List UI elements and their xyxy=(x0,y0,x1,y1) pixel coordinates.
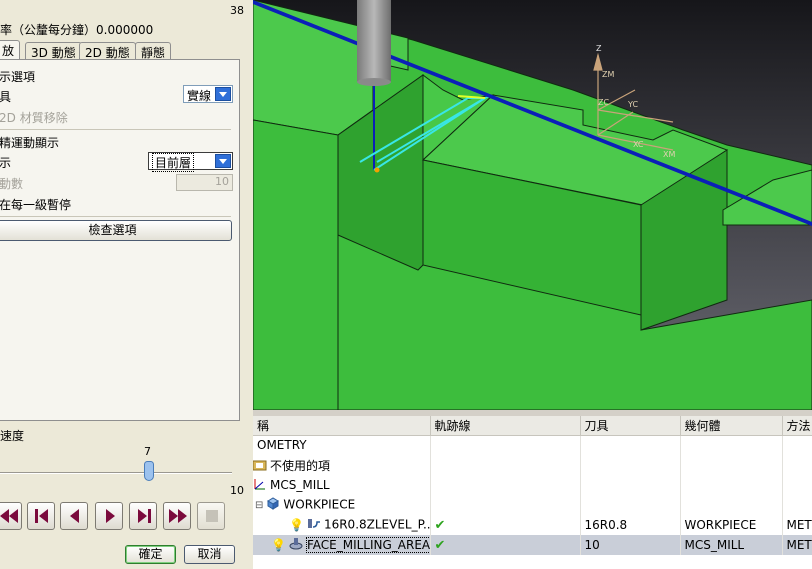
row-name: OMETRY xyxy=(257,438,307,453)
options-panel: 示選項 具 實線 2D 材質移除 精運動顯示 示 目前層 動數 10 在每一級暫… xyxy=(0,59,240,421)
step-forward-icon xyxy=(138,509,151,523)
check-icon: ✔ xyxy=(434,537,446,553)
stop-icon xyxy=(206,510,218,522)
motion-display-heading: 精運動顯示 xyxy=(0,136,60,150)
graphics-viewport[interactable]: Z ZM ZC YC XC XM xyxy=(253,0,812,410)
divider xyxy=(0,129,231,130)
cancel-button[interactable]: 取消 xyxy=(184,545,235,564)
row-method: METH xyxy=(786,538,812,552)
face-milling-operation-icon xyxy=(289,537,303,553)
step-back-icon xyxy=(35,509,48,523)
row-name: MCS_MILL xyxy=(270,477,330,492)
moves-input[interactable]: 10 xyxy=(176,174,233,191)
rewind-icon xyxy=(0,509,18,523)
collapse-icon[interactable]: ⊟ xyxy=(255,500,263,511)
row-name: 不使用的項 xyxy=(270,458,331,473)
column-header-path[interactable]: 軌跡線 xyxy=(430,416,581,436)
row-name: FACE_MILLING_AREA xyxy=(305,536,430,553)
table-row[interactable]: 不使用的項 xyxy=(253,455,812,475)
display-dropdown[interactable]: 目前層 xyxy=(148,152,233,172)
axis-label-zm: ZM xyxy=(602,70,614,79)
speed-max: 10 xyxy=(230,484,244,497)
axis-label-xm: XM xyxy=(663,150,675,159)
table-row-selected[interactable]: 💡 FACE_MILLING_AREA ✔ 10 MCS_MILL METH xyxy=(253,535,812,555)
table-row[interactable]: 💡 16R0.8ZLEVEL_P... ✔ 16R0.8 WORKPIECE ME… xyxy=(253,515,812,535)
workpiece-icon xyxy=(266,497,280,513)
display-options-heading: 示選項 xyxy=(0,70,36,84)
table-header: 稱 軌跡線 刀具 幾何體 方法 xyxy=(253,416,812,436)
dropdown-arrow-icon[interactable] xyxy=(215,87,231,101)
tab-2d-dynamic[interactable]: 2D 動態 xyxy=(79,42,136,60)
play-reverse-icon xyxy=(70,509,79,523)
moves-label: 動數 xyxy=(0,177,24,191)
axis-label-zc: ZC xyxy=(598,98,609,107)
step-forward-button[interactable] xyxy=(129,502,157,530)
bulb-icon: 💡 xyxy=(289,518,304,532)
bulb-icon: 💡 xyxy=(271,538,286,552)
tab-strip: 放 3D 動態 2D 動態 靜態 xyxy=(0,40,253,60)
tab-3d-dynamic[interactable]: 3D 動態 xyxy=(25,42,82,60)
top-number: 38 xyxy=(230,4,244,17)
column-header-tool[interactable]: 刀具 xyxy=(580,416,681,436)
table-row[interactable]: OMETRY xyxy=(253,435,812,455)
table-row[interactable]: ⊟ WORKPIECE xyxy=(253,495,812,515)
speed-label: 速度 xyxy=(0,429,25,443)
row-tool: 16R0.8 xyxy=(584,518,628,532)
fast-forward-icon xyxy=(169,509,187,523)
operation-navigator: 稱 軌跡線 刀具 幾何體 方法 OMETRY 不使用的項 MCS_MILL ⊟ W… xyxy=(253,410,812,569)
tab-replay[interactable]: 放 xyxy=(0,40,21,60)
speed-slider-thumb[interactable] xyxy=(144,461,154,481)
divider xyxy=(0,216,231,217)
display-label: 示 xyxy=(0,156,12,170)
check-options-button[interactable]: 檢查選項 xyxy=(0,220,232,241)
stop-button[interactable] xyxy=(197,502,225,530)
material-removal-checkbox-label[interactable]: 2D 材質移除 xyxy=(0,109,68,126)
row-tool: 10 xyxy=(584,538,600,552)
display-value: 目前層 xyxy=(152,153,195,172)
row-method: METH xyxy=(786,518,812,532)
axis-label-z: Z xyxy=(596,44,602,53)
rewind-button[interactable] xyxy=(0,502,22,530)
speed-slider[interactable] xyxy=(0,472,232,474)
zlevel-operation-icon xyxy=(307,517,321,533)
fast-forward-button[interactable] xyxy=(163,502,191,530)
axis-label-xc: XC xyxy=(633,140,644,149)
feed-rate-label: 率（公釐每分鐘）0.000000 xyxy=(0,23,154,37)
row-geometry: WORKPIECE xyxy=(684,518,757,532)
part-model: Z ZM ZC YC XC XM xyxy=(253,0,812,410)
step-back-button[interactable] xyxy=(27,502,55,530)
play-icon xyxy=(106,509,115,523)
table-row[interactable]: MCS_MILL xyxy=(253,475,812,495)
folder-icon xyxy=(253,459,267,474)
pause-each-level-checkbox[interactable]: 在每一級暫停 xyxy=(0,196,71,213)
row-name: WORKPIECE xyxy=(283,497,356,512)
column-header-name[interactable]: 稱 xyxy=(253,416,431,436)
column-header-geometry[interactable]: 幾何體 xyxy=(680,416,783,436)
check-icon: ✔ xyxy=(434,517,446,533)
tab-static[interactable]: 靜態 xyxy=(135,42,172,60)
column-header-method[interactable]: 方法 xyxy=(782,416,812,436)
speed-value: 7 xyxy=(144,445,151,458)
mcs-icon xyxy=(253,477,267,494)
ok-button[interactable]: 確定 xyxy=(125,545,176,564)
animation-dialog: 38 率（公釐每分鐘）0.000000 放 3D 動態 2D 動態 靜態 示選項… xyxy=(0,0,253,569)
axis-label-yc: YC xyxy=(627,100,638,109)
play-button[interactable] xyxy=(95,502,123,530)
tool-label: 具 xyxy=(0,90,12,104)
row-geometry: MCS_MILL xyxy=(684,538,745,552)
dropdown-arrow-icon[interactable] xyxy=(215,154,231,168)
operation-table: 稱 軌跡線 刀具 幾何體 方法 OMETRY 不使用的項 MCS_MILL ⊟ W… xyxy=(253,416,812,555)
tool-display-value: 實線 xyxy=(187,89,212,103)
row-name: 16R0.8ZLEVEL_P... xyxy=(323,517,430,532)
tool-display-dropdown[interactable]: 實線 xyxy=(183,85,233,103)
play-reverse-button[interactable] xyxy=(60,502,88,530)
